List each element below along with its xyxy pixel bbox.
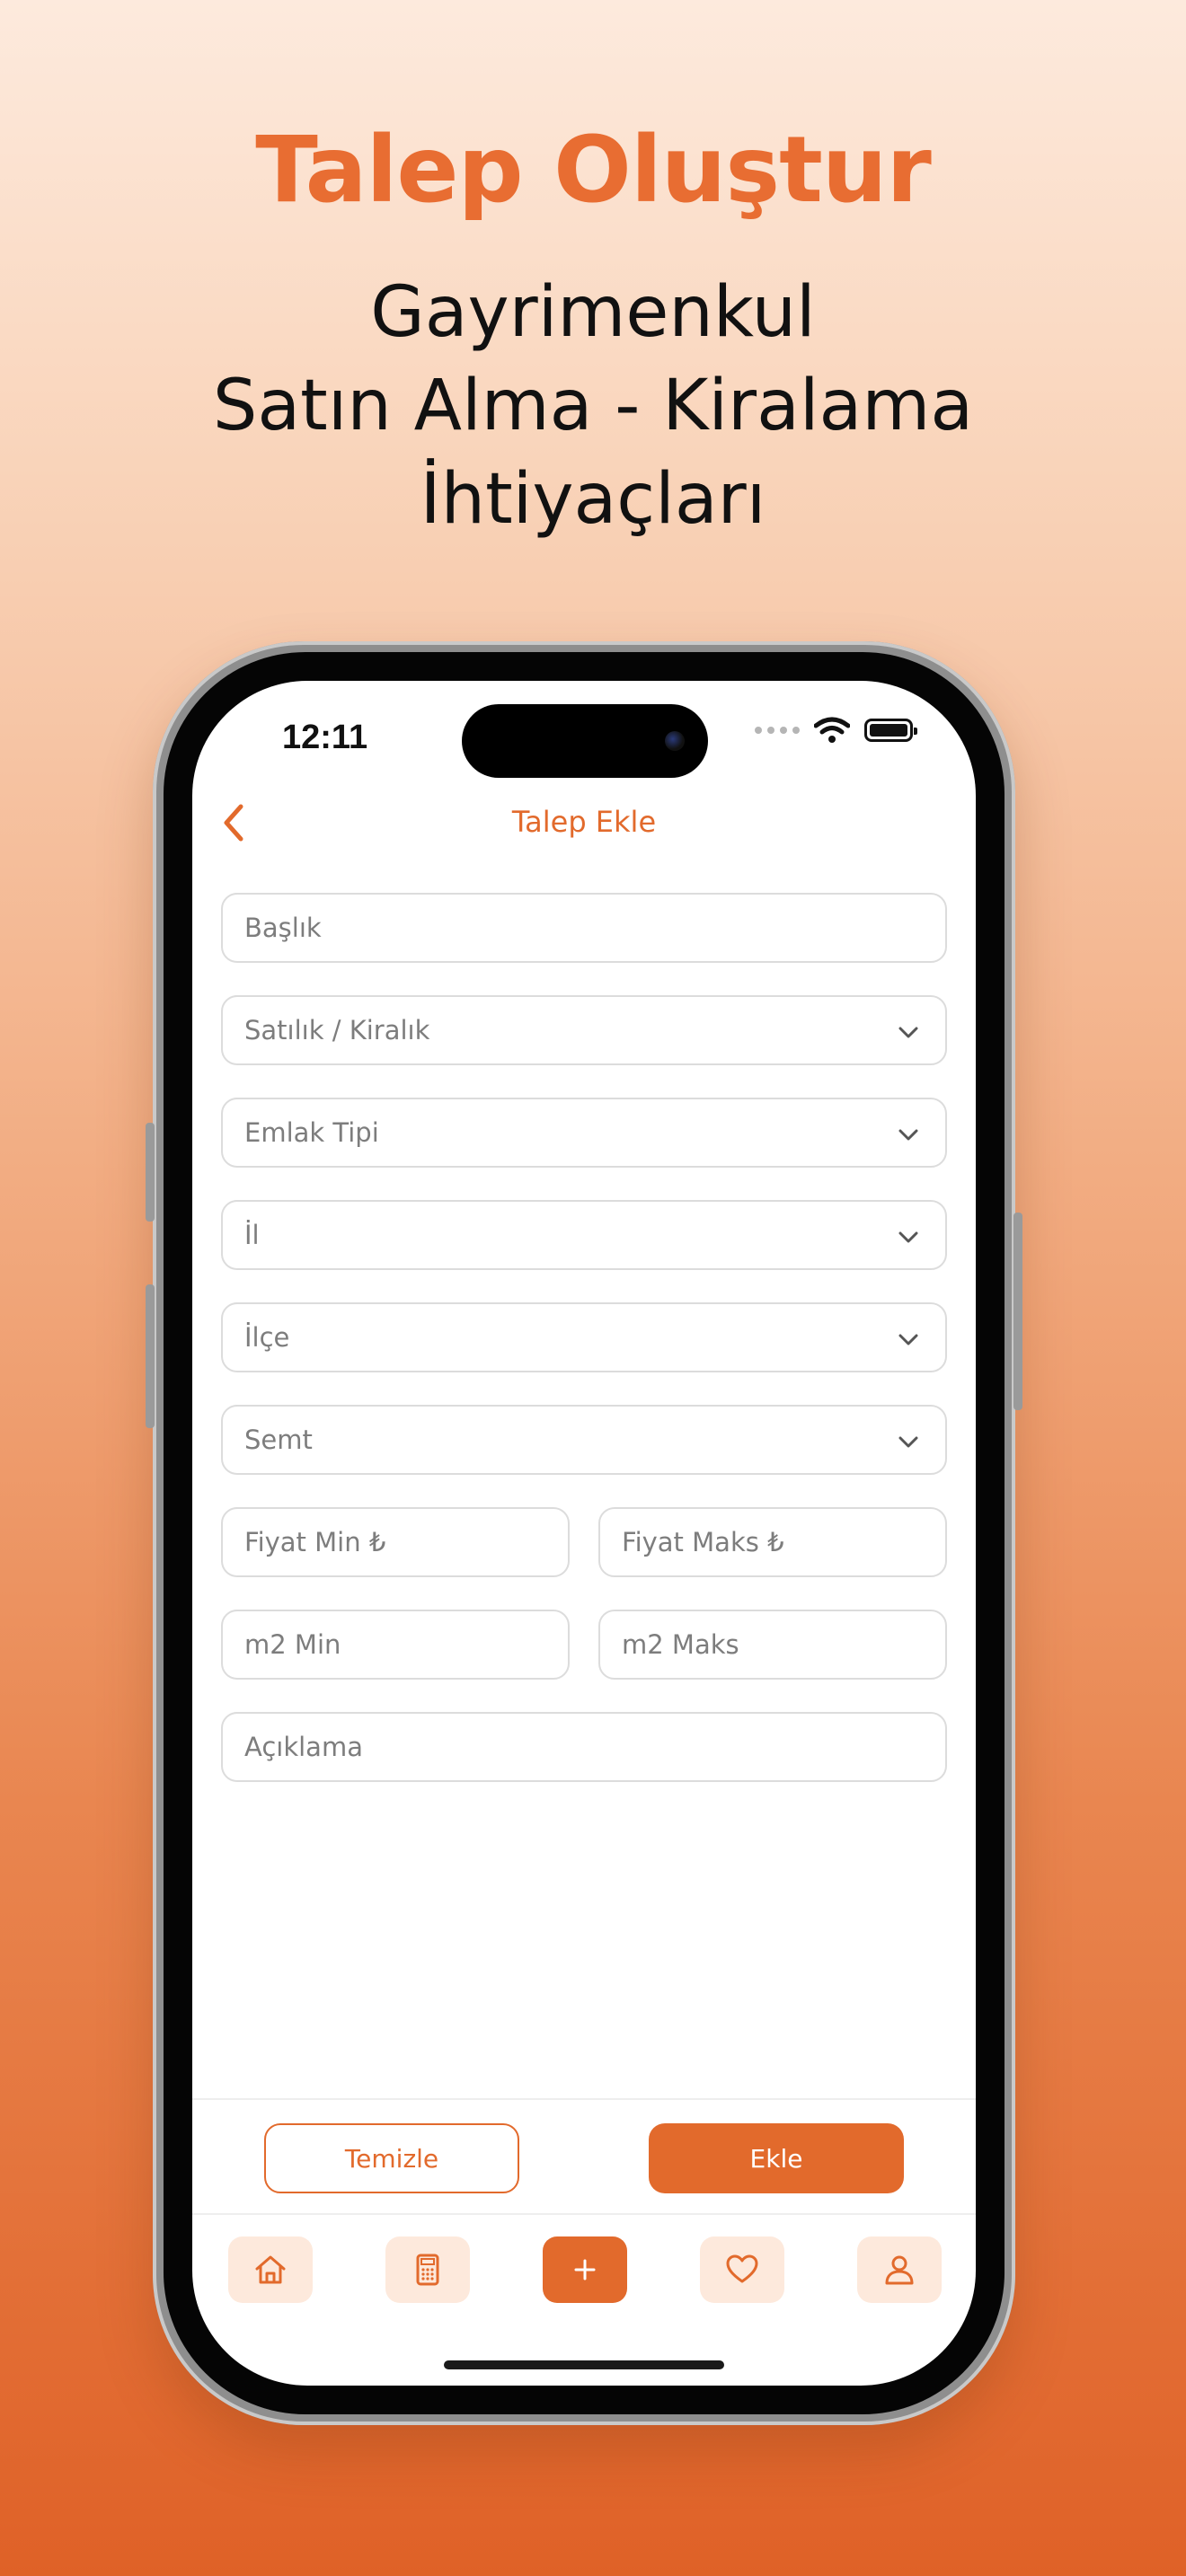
neighborhood-select-value: Semt [244,1425,313,1455]
status-time: 12:11 [282,719,368,756]
price-max-input[interactable] [622,1527,924,1557]
neighborhood-select[interactable]: Semt [221,1405,947,1475]
battery-icon [864,719,917,742]
district-select[interactable]: İlçe [221,1302,947,1372]
city-select-value: İl [244,1220,260,1250]
phone-side-button [1013,1213,1022,1410]
district-select-value: İlçe [244,1322,290,1353]
area-max-field[interactable] [598,1610,947,1680]
phone-side-button [146,1123,155,1222]
wifi-icon [814,717,850,743]
add-button[interactable]: Ekle [649,2123,904,2193]
clear-button[interactable]: Temizle [264,2123,519,2193]
page-title: Talep Ekle [511,805,657,839]
chevron-down-icon [898,1334,918,1345]
plus-icon [574,2259,596,2280]
calculator-icon [416,2254,439,2286]
title-input[interactable] [244,913,924,943]
tab-bar-divider [192,2213,976,2215]
area-min-field[interactable] [221,1610,570,1680]
property-type-select-value: Emlak Tipi [244,1117,379,1148]
tab-add[interactable] [543,2236,627,2303]
heart-icon [726,2254,758,2283]
price-min-field[interactable] [221,1507,570,1577]
tab-favorites[interactable] [700,2236,784,2303]
tab-calculator[interactable] [385,2236,470,2303]
title-field[interactable] [221,893,947,963]
chevron-down-icon [898,1129,918,1141]
price-max-field[interactable] [598,1507,947,1577]
home-icon [255,2255,286,2284]
chevron-down-icon [898,1027,918,1038]
area-min-input[interactable] [244,1629,546,1660]
promo-subline-line-3: İhtiyaçları [420,459,766,540]
camera-icon [665,731,685,751]
promo-subline-line-1: Gayrimenkul [370,272,816,353]
action-bar-divider [192,2098,976,2100]
area-max-input[interactable] [622,1629,924,1660]
status-icons [755,717,917,744]
dynamic-island [462,704,708,778]
listing-type-select[interactable]: Satılık / Kiralık [221,995,947,1065]
property-type-select[interactable]: Emlak Tipi [221,1098,947,1168]
tab-profile[interactable] [857,2236,942,2303]
description-field[interactable] [221,1712,947,1782]
description-input[interactable] [244,1732,924,1762]
promo-headline: Talep Oluştur [255,117,932,224]
phone-side-button [146,1284,155,1428]
phone-screen: 12:11 Talep Ekle Satılık / Kiralık Emlak… [192,681,976,2386]
price-min-input[interactable] [244,1527,546,1557]
tab-home[interactable] [228,2236,313,2303]
chevron-down-icon [898,1231,918,1243]
city-select[interactable]: İl [221,1200,947,1270]
signal-dots-icon [755,727,800,734]
user-icon [885,2255,914,2285]
home-indicator [444,2360,724,2369]
listing-type-select-value: Satılık / Kiralık [244,1015,430,1045]
chevron-down-icon [898,1436,918,1448]
promo-subline-line-2: Satın Alma - Kiralama [212,366,974,446]
promo-subline: Gayrimenkul Satın Alma - Kiralama İhtiya… [0,266,1186,546]
